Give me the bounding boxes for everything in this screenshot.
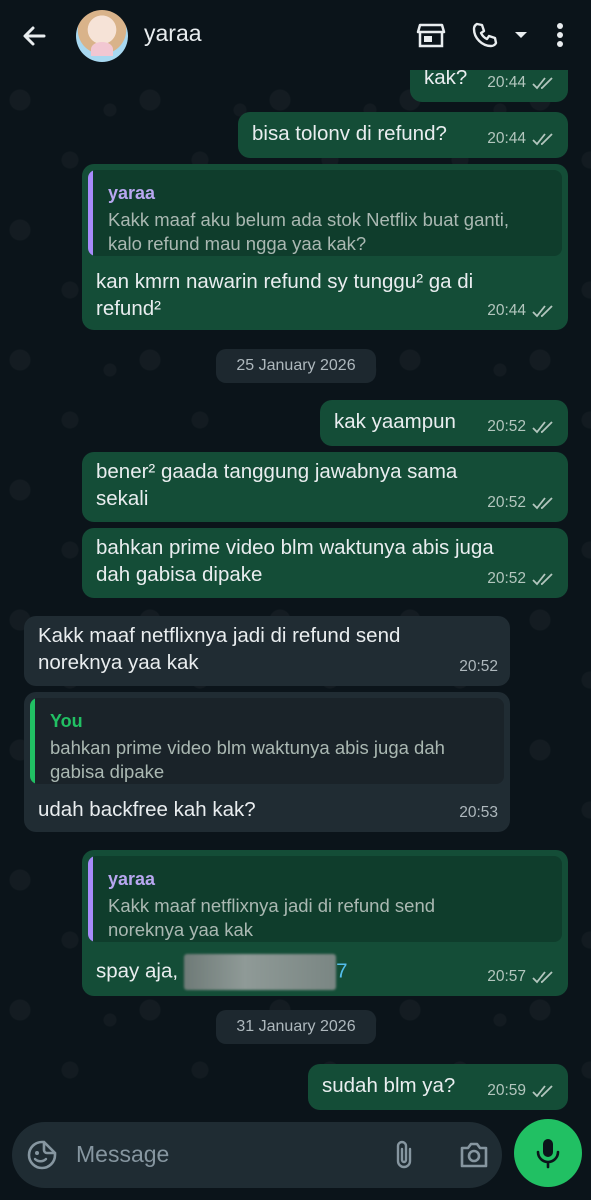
message-bubble[interactable]: bahkan prime video blm waktunya abis jug… (82, 528, 568, 598)
chat-area[interactable]: kak? 20:44 bisa tolonv di refund? 20:44 … (0, 70, 591, 1112)
message-time: 20:44 (487, 130, 526, 147)
mic-button[interactable] (514, 1119, 582, 1187)
quote-author: yaraa (108, 869, 156, 889)
message-time: 20:53 (459, 804, 498, 821)
message-meta: 20:44 (487, 297, 556, 324)
message-meta: 20:57 (487, 963, 556, 990)
message-time: 20:44 (487, 74, 526, 91)
message-text: bener² gaada tanggung jawabnya sama seka… (96, 460, 458, 510)
message-bubble[interactable]: kak yaampun 20:52 (320, 400, 568, 446)
quote-bar (88, 856, 93, 942)
contact-name[interactable]: yaraa (144, 20, 202, 47)
attach-icon[interactable] (392, 1139, 418, 1171)
message-text: kak yaampun (334, 410, 456, 433)
message-time: 20:52 (487, 418, 526, 435)
redacted-suffix: 7 (336, 959, 348, 983)
message-time: 20:52 (487, 570, 526, 587)
double-check-icon (532, 76, 553, 89)
message-bubble[interactable]: bisa tolonv di refund? 20:44 (238, 112, 568, 158)
more-vert-icon[interactable] (543, 18, 577, 52)
mic-icon (536, 1139, 560, 1169)
message-input[interactable]: Message (76, 1141, 169, 1168)
message-time: 20:52 (487, 494, 526, 511)
message-text: spay aja, 7 (96, 954, 347, 990)
message-meta: 20:53 (459, 799, 498, 826)
message-bubble[interactable]: yaraa Kakk maaf aku belum ada stok Netfl… (82, 164, 568, 330)
message-meta: 20:52 (487, 489, 556, 516)
double-check-icon (532, 132, 553, 145)
message-meta: 20:52 (459, 653, 498, 680)
message-meta: 20:44 (487, 70, 556, 96)
message-time: 20:57 (487, 968, 526, 985)
double-check-icon (532, 572, 553, 585)
quote-text: Kakk maaf netflixnya jadi di refund send… (108, 895, 436, 940)
quoted-message[interactable]: yaraa Kakk maaf netflixnya jadi di refun… (88, 856, 562, 942)
quote-bar (30, 698, 35, 784)
message-bubble[interactable]: sudah blm ya? 20:59 (308, 1064, 568, 1110)
chat-header: yaraa (0, 0, 591, 70)
camera-icon[interactable] (458, 1140, 490, 1170)
message-bubble[interactable]: yaraa Kakk maaf netflixnya jadi di refun… (82, 850, 568, 996)
quote-text: bahkan prime video blm waktunya abis jug… (50, 737, 445, 782)
quote-text: Kakk maaf aku belum ada stok Netflix bua… (108, 209, 510, 254)
quoted-message[interactable]: yaraa Kakk maaf aku belum ada stok Netfl… (88, 170, 562, 256)
quoted-message[interactable]: You bahkan prime video blm waktunya abis… (30, 698, 504, 784)
quote-author: You (50, 711, 83, 731)
message-text: bisa tolonv di refund? (252, 122, 447, 145)
date-separator: 25 January 2026 (216, 349, 376, 383)
message-text: bahkan prime video blm waktunya abis jug… (96, 536, 494, 586)
redacted-account-number (184, 954, 337, 990)
double-check-icon (532, 496, 553, 509)
message-text: sudah blm ya? (322, 1074, 456, 1097)
message-meta: 20:59 (487, 1077, 556, 1104)
message-meta: 20:52 (487, 413, 556, 440)
message-text: Kakk maaf netflixnya jadi di refund send… (38, 624, 401, 674)
message-meta: 20:52 (487, 565, 556, 592)
message-time: 20:44 (487, 302, 526, 319)
avatar[interactable] (76, 10, 128, 62)
double-check-icon (532, 420, 553, 433)
message-bubble[interactable]: You bahkan prime video blm waktunya abis… (24, 692, 510, 832)
dropdown-icon[interactable] (504, 18, 538, 52)
message-text: kan kmrn nawarin refund sy tunggu² ga di… (96, 270, 474, 320)
emoji-sticker-icon[interactable] (26, 1139, 58, 1171)
message-time: 20:52 (459, 658, 498, 675)
double-check-icon (532, 1084, 553, 1097)
shop-icon[interactable] (414, 18, 448, 52)
message-composer[interactable]: Message (12, 1122, 502, 1188)
message-bubble[interactable]: Kakk maaf netflixnya jadi di refund send… (24, 616, 510, 686)
message-bubble[interactable]: kak? 20:44 (410, 70, 568, 102)
message-text: udah backfree kah kak? (38, 798, 256, 821)
phone-icon[interactable] (468, 18, 502, 52)
quote-bar (88, 170, 93, 256)
message-time: 20:59 (487, 1082, 526, 1099)
message-bubble[interactable]: bener² gaada tanggung jawabnya sama seka… (82, 452, 568, 522)
message-meta: 20:44 (487, 125, 556, 152)
message-text: kak? (424, 70, 468, 89)
date-separator: 31 January 2026 (216, 1010, 376, 1044)
quote-author: yaraa (108, 183, 156, 203)
double-check-icon (532, 304, 553, 317)
double-check-icon (532, 970, 553, 983)
message-text-visible: spay aja, (96, 959, 179, 983)
back-arrow-icon[interactable] (18, 20, 50, 52)
